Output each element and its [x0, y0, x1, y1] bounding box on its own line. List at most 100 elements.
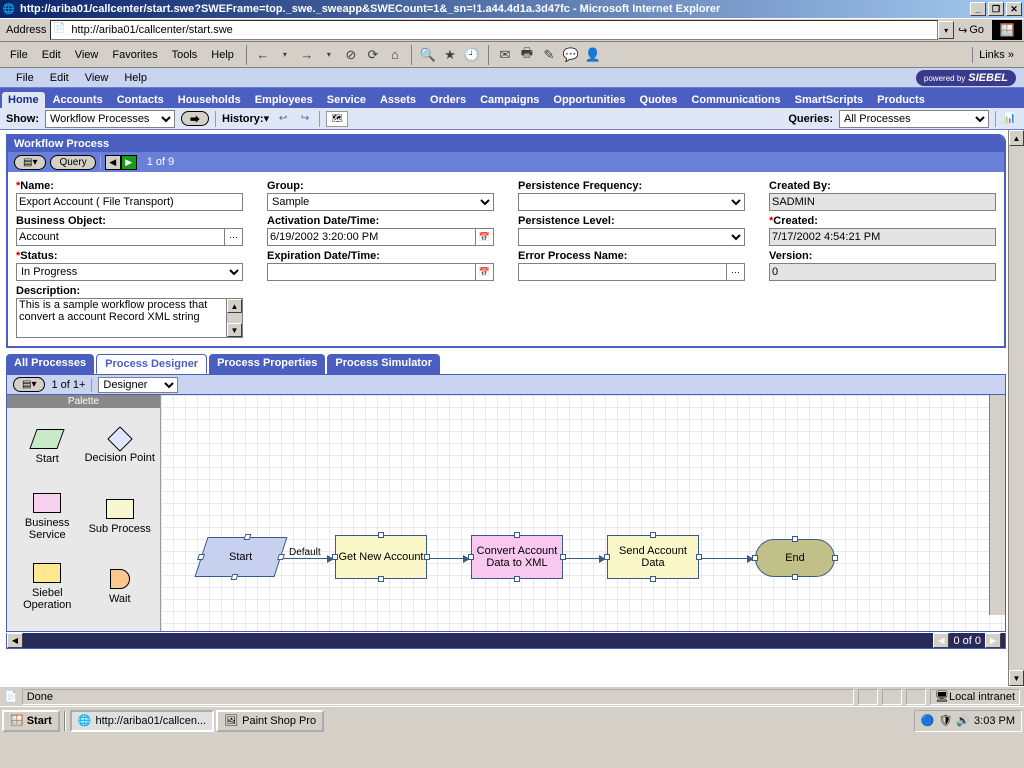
next-record-button[interactable]: ▶ [121, 155, 137, 170]
error-process-pick-icon[interactable]: ⋯ [727, 263, 745, 281]
expiration-calendar-icon[interactable]: 📅 [476, 263, 494, 281]
tab-households[interactable]: Households [172, 92, 247, 108]
description-scrollbar[interactable]: ▲▼ [227, 298, 243, 338]
tab-home[interactable]: Home [2, 92, 45, 108]
app-menu-view[interactable]: View [77, 70, 117, 86]
ie-menu-tools[interactable]: Tools [166, 47, 204, 63]
ie-menu-view[interactable]: View [69, 47, 105, 63]
node-end[interactable]: End [755, 539, 835, 577]
node-send-account-data[interactable]: Send Account Data [607, 535, 699, 579]
tab-products[interactable]: Products [871, 92, 931, 108]
tray-icon[interactable]: 🔊 [956, 714, 970, 727]
address-input[interactable] [71, 24, 935, 36]
start-button[interactable]: 🪟 Start [2, 710, 60, 732]
hscroll-prev-button[interactable]: ◀ [933, 633, 949, 648]
dashboard-icon[interactable]: 📊 [1002, 112, 1018, 126]
tab-smartscripts[interactable]: SmartScripts [789, 92, 869, 108]
minimize-button[interactable]: _ [970, 2, 986, 16]
search-icon[interactable]: 🔍 [418, 45, 438, 65]
palette-start[interactable]: Start [11, 412, 84, 482]
tab-accounts[interactable]: Accounts [47, 92, 109, 108]
persist-level-select[interactable] [518, 228, 745, 246]
tab-assets[interactable]: Assets [374, 92, 422, 108]
applet-menu-button[interactable]: ▤▾ [14, 155, 46, 170]
expiration-input[interactable] [267, 263, 476, 281]
tab-employees[interactable]: Employees [249, 92, 319, 108]
history-back-icon[interactable]: ↩ [275, 112, 291, 126]
scroll-down-icon[interactable]: ▼ [1009, 670, 1024, 686]
node-convert-account-data[interactable]: Convert Account Data to XML [471, 535, 563, 579]
stop-icon[interactable]: ⊘ [341, 45, 361, 65]
name-input[interactable] [16, 193, 243, 211]
scroll-up-icon[interactable]: ▲ [1009, 130, 1024, 146]
designer-canvas[interactable]: Start Default Get New Account Convert Ac… [161, 395, 1005, 631]
palette-sub-process[interactable]: Sub Process [84, 482, 157, 552]
app-menu-file[interactable]: File [8, 70, 42, 86]
back-dropdown-icon[interactable]: ▾ [275, 45, 295, 65]
address-dropdown-button[interactable]: ▾ [938, 21, 954, 39]
discuss-icon[interactable]: 💬 [561, 45, 581, 65]
tab-process-designer[interactable]: Process Designer [96, 354, 207, 374]
tray-icon[interactable]: 🛡 [938, 714, 952, 727]
hscroll-next-button[interactable]: ▶ [985, 633, 1001, 648]
activation-calendar-icon[interactable]: 📅 [476, 228, 494, 246]
restore-button[interactable]: ❐ [988, 2, 1004, 16]
tab-communications[interactable]: Communications [685, 92, 786, 108]
favorites-icon[interactable]: ★ [440, 45, 460, 65]
tab-quotes[interactable]: Quotes [634, 92, 684, 108]
tab-opportunities[interactable]: Opportunities [547, 92, 631, 108]
designer-view-select[interactable]: Designer [98, 377, 178, 393]
app-menu-edit[interactable]: Edit [42, 70, 77, 86]
mail-icon[interactable]: ✉ [495, 45, 515, 65]
taskbar-item-psp[interactable]: 🖼 Paint Shop Pro [216, 710, 324, 732]
palette-business-service[interactable]: Business Service [11, 482, 84, 552]
ie-menu-favorites[interactable]: Favorites [106, 47, 163, 63]
back-icon[interactable]: ← [253, 45, 273, 65]
app-menu-help[interactable]: Help [116, 70, 155, 86]
connector-1[interactable] [283, 558, 333, 559]
connector-4[interactable] [701, 558, 753, 559]
persist-freq-select[interactable] [518, 193, 745, 211]
node-start[interactable]: Start [195, 537, 288, 577]
bo-input[interactable] [16, 228, 225, 246]
connector-2[interactable] [429, 558, 469, 559]
query-button[interactable]: Query [50, 155, 95, 170]
history-icon[interactable]: 🕘 [462, 45, 482, 65]
show-select[interactable]: Workflow Processes [45, 110, 175, 128]
tray-icon[interactable]: 🔵 [921, 714, 935, 727]
tab-process-properties[interactable]: Process Properties [209, 354, 325, 374]
show-go-button[interactable]: ⮕ [181, 111, 209, 126]
print-icon[interactable]: 🖶 [517, 45, 537, 65]
edit-icon[interactable]: ✎ [539, 45, 559, 65]
tab-process-simulator[interactable]: Process Simulator [327, 354, 440, 374]
links-toolbar[interactable]: Links » [972, 47, 1020, 63]
tab-all-processes[interactable]: All Processes [6, 354, 94, 374]
page-scrollbar[interactable]: ▲ ▼ [1008, 130, 1024, 686]
home-icon[interactable]: ⌂ [385, 45, 405, 65]
hscroll-left-button[interactable]: ◀ [7, 633, 23, 648]
palette-decision-point[interactable]: Decision Point [84, 412, 157, 482]
forward-dropdown-icon[interactable]: ▾ [319, 45, 339, 65]
ie-menu-help[interactable]: Help [205, 47, 240, 63]
tab-service[interactable]: Service [321, 92, 372, 108]
node-get-new-account[interactable]: Get New Account [335, 535, 427, 579]
ie-menu-file[interactable]: File [4, 47, 34, 63]
designer-menu-button[interactable]: ▤▾ [13, 377, 45, 392]
queries-select[interactable]: All Processes [839, 110, 989, 128]
sitemap-icon[interactable]: 🗺 [326, 111, 348, 127]
description-textarea[interactable]: This is a sample workflow process that c… [16, 298, 227, 338]
taskbar-item-ie[interactable]: 🌐 http://ariba01/callcen... [70, 710, 214, 732]
forward-icon[interactable]: → [297, 45, 317, 65]
bo-pick-icon[interactable]: ⋯ [225, 228, 243, 246]
group-select[interactable]: Sample [267, 193, 494, 211]
status-select[interactable]: In Progress [16, 263, 243, 281]
related-icon[interactable]: 👤 [583, 45, 603, 65]
ie-menu-edit[interactable]: Edit [36, 47, 67, 63]
activation-input[interactable] [267, 228, 476, 246]
error-process-input[interactable] [518, 263, 727, 281]
prev-record-button[interactable]: ◀ [105, 155, 121, 170]
tab-orders[interactable]: Orders [424, 92, 472, 108]
go-button[interactable]: ↪ Go [958, 24, 984, 37]
refresh-icon[interactable]: ⟳ [363, 45, 383, 65]
tab-campaigns[interactable]: Campaigns [474, 92, 545, 108]
